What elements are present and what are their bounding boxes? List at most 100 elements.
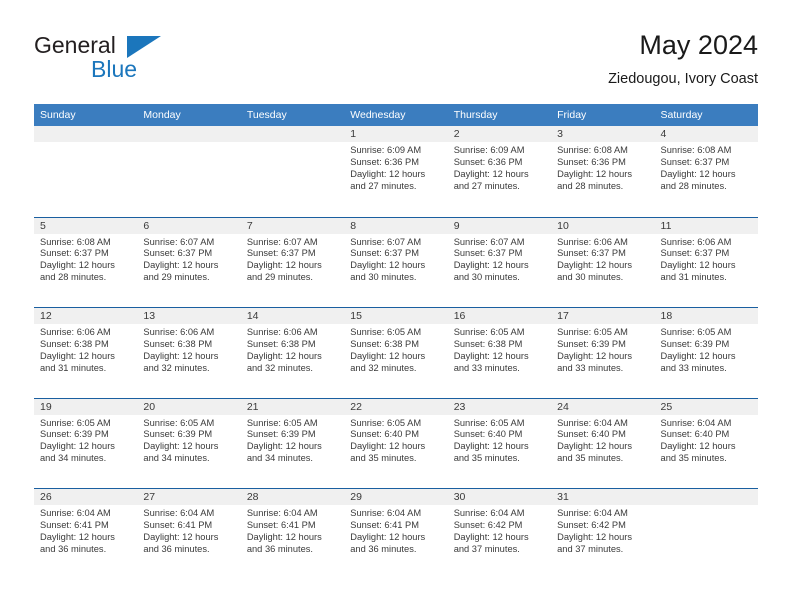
day-number: 25 (654, 398, 758, 415)
day-cell[interactable]: 20 Sunrise: 6:05 AM Sunset: 6:39 PM Dayl… (137, 398, 241, 489)
day-cell[interactable]: 6 Sunrise: 6:07 AM Sunset: 6:37 PM Dayli… (137, 217, 241, 308)
day-cell[interactable]: 1 Sunrise: 6:09 AM Sunset: 6:36 PM Dayli… (344, 126, 448, 217)
day-number: 5 (34, 217, 138, 234)
daylight-text-cont: and 31 minutes. (660, 272, 727, 283)
day-cell[interactable]: 24 Sunrise: 6:04 AM Sunset: 6:40 PM Dayl… (551, 398, 655, 489)
weekday-header-sunday: Sunday (40, 109, 76, 121)
day-cell[interactable]: 28 Sunrise: 6:04 AM Sunset: 6:41 PM Dayl… (240, 489, 345, 579)
day-cell[interactable]: 16 Sunrise: 6:05 AM Sunset: 6:38 PM Dayl… (447, 308, 552, 398)
daylight-text: Daylight: 12 hours (40, 350, 115, 361)
daylight-text-cont: and 30 minutes. (557, 272, 624, 283)
day-details: Sunrise: 6:08 AM Sunset: 6:37 PM Dayligh… (655, 142, 758, 193)
day-cell[interactable]: 27 Sunrise: 6:04 AM Sunset: 6:41 PM Dayl… (137, 489, 241, 579)
daylight-text-cont: and 28 minutes. (557, 180, 624, 191)
sunset-text: Sunset: 6:40 PM (350, 429, 419, 440)
daylight-text: Daylight: 12 hours (246, 441, 322, 452)
sunset-text: Sunset: 6:38 PM (246, 338, 316, 349)
sunset-text: Sunset: 6:37 PM (453, 248, 523, 259)
day-cell[interactable]: 17 Sunrise: 6:05 AM Sunset: 6:39 PM Dayl… (551, 308, 655, 398)
daylight-text: Daylight: 12 hours (350, 168, 426, 179)
day-number: 23 (447, 398, 552, 415)
daylight-text-cont: and 27 minutes. (350, 180, 417, 191)
day-cell[interactable]: 8 Sunrise: 6:07 AM Sunset: 6:37 PM Dayli… (344, 217, 448, 308)
day-cell[interactable]: 7 Sunrise: 6:07 AM Sunset: 6:37 PM Dayli… (240, 217, 345, 308)
day-number: 16 (447, 308, 552, 324)
page-header: General Blue May 2024 Ziedougou, Ivory C… (34, 28, 758, 100)
sunrise-text: Sunrise: 6:04 AM (350, 508, 422, 518)
day-details: Sunrise: 6:05 AM Sunset: 6:40 PM Dayligh… (344, 415, 447, 466)
daylight-text-cont: and 35 minutes. (557, 453, 624, 464)
day-cell[interactable]: 2 Sunrise: 6:09 AM Sunset: 6:36 PM Dayli… (447, 126, 552, 217)
sunrise-text: Sunrise: 6:06 AM (40, 327, 111, 337)
daylight-text-cont: and 33 minutes. (453, 362, 520, 373)
day-details: Sunrise: 6:05 AM Sunset: 6:40 PM Dayligh… (448, 415, 551, 466)
sunrise-text: Sunrise: 6:08 AM (40, 236, 111, 247)
daylight-text-cont: and 34 minutes. (246, 453, 313, 464)
day-cell[interactable]: 25 Sunrise: 6:04 AM Sunset: 6:40 PM Dayl… (654, 398, 758, 489)
sunset-text: Sunset: 6:37 PM (246, 248, 316, 259)
sunrise-text: Sunrise: 6:07 AM (453, 236, 525, 247)
weekday-header-tuesday: Tuesday (246, 109, 287, 121)
sunset-text: Sunset: 6:37 PM (350, 248, 419, 259)
title-block: May 2024 Ziedougou, Ivory Coast (608, 28, 758, 90)
day-number: 30 (447, 489, 552, 505)
daylight-text: Daylight: 12 hours (350, 441, 426, 452)
weekday-header-friday: Friday (557, 109, 587, 121)
daylight-text: Daylight: 12 hours (557, 260, 633, 271)
day-cell[interactable] (240, 126, 345, 217)
sunrise-text: Sunrise: 6:05 AM (453, 417, 525, 428)
day-cell[interactable]: 10 Sunrise: 6:06 AM Sunset: 6:37 PM Dayl… (551, 217, 655, 308)
daylight-text-cont: and 32 minutes. (246, 362, 313, 373)
day-cell[interactable]: 14 Sunrise: 6:06 AM Sunset: 6:38 PM Dayl… (240, 308, 345, 398)
sunrise-text: Sunrise: 6:06 AM (143, 327, 215, 337)
day-cell[interactable]: 15 Sunrise: 6:05 AM Sunset: 6:38 PM Dayl… (344, 308, 448, 398)
day-cell[interactable]: 3 Sunrise: 6:08 AM Sunset: 6:36 PM Dayli… (551, 126, 655, 217)
daylight-text: Daylight: 12 hours (40, 531, 115, 542)
sunset-text: Sunset: 6:36 PM (453, 156, 523, 167)
day-cell[interactable]: 11 Sunrise: 6:06 AM Sunset: 6:37 PM Dayl… (654, 217, 758, 308)
sunrise-text: Sunrise: 6:05 AM (453, 327, 525, 337)
day-cell[interactable]: 31 Sunrise: 6:04 AM Sunset: 6:42 PM Dayl… (551, 489, 655, 579)
day-details: Sunrise: 6:04 AM Sunset: 6:41 PM Dayligh… (34, 505, 137, 556)
day-cell[interactable]: 4 Sunrise: 6:08 AM Sunset: 6:37 PM Dayli… (654, 126, 758, 217)
sunrise-text: Sunrise: 6:05 AM (557, 327, 628, 337)
week-row: 1 Sunrise: 6:09 AM Sunset: 6:36 PM Dayli… (34, 126, 758, 217)
daylight-text-cont: and 33 minutes. (557, 362, 624, 373)
day-cell[interactable]: 9 Sunrise: 6:07 AM Sunset: 6:37 PM Dayli… (447, 217, 552, 308)
day-number (654, 489, 758, 505)
day-cell[interactable]: 29 Sunrise: 6:04 AM Sunset: 6:41 PM Dayl… (344, 489, 448, 579)
day-cell[interactable] (654, 489, 758, 579)
day-cell[interactable]: 12 Sunrise: 6:06 AM Sunset: 6:38 PM Dayl… (34, 308, 138, 398)
day-cell[interactable]: 19 Sunrise: 6:05 AM Sunset: 6:39 PM Dayl… (34, 398, 138, 489)
sunset-text: Sunset: 6:37 PM (143, 248, 213, 259)
daylight-text: Daylight: 12 hours (660, 260, 736, 271)
week-row: 19 Sunrise: 6:05 AM Sunset: 6:39 PM Dayl… (34, 397, 758, 489)
sunrise-text: Sunrise: 6:09 AM (453, 145, 525, 155)
day-cell[interactable] (34, 126, 138, 217)
day-cell[interactable]: 23 Sunrise: 6:05 AM Sunset: 6:40 PM Dayl… (447, 398, 552, 489)
day-details: Sunrise: 6:08 AM Sunset: 6:36 PM Dayligh… (551, 142, 654, 193)
day-cell[interactable]: 13 Sunrise: 6:06 AM Sunset: 6:38 PM Dayl… (137, 308, 241, 398)
daylight-text-cont: and 29 minutes. (143, 272, 210, 283)
daylight-text: Daylight: 12 hours (557, 531, 633, 542)
sunrise-text: Sunrise: 6:05 AM (350, 417, 422, 428)
day-number: 8 (344, 217, 448, 234)
day-cell[interactable]: 18 Sunrise: 6:05 AM Sunset: 6:39 PM Dayl… (654, 308, 758, 398)
sunset-text: Sunset: 6:38 PM (453, 338, 523, 349)
sunrise-text: Sunrise: 6:04 AM (557, 417, 628, 428)
day-cell[interactable] (137, 126, 241, 217)
calendar-page: General Blue May 2024 Ziedougou, Ivory C… (0, 0, 792, 612)
day-cell[interactable]: 26 Sunrise: 6:04 AM Sunset: 6:41 PM Dayl… (34, 489, 138, 579)
day-number: 2 (447, 126, 552, 142)
day-cell[interactable]: 21 Sunrise: 6:05 AM Sunset: 6:39 PM Dayl… (240, 398, 345, 489)
day-cell[interactable]: 5 Sunrise: 6:08 AM Sunset: 6:37 PM Dayli… (34, 217, 138, 308)
sunrise-text: Sunrise: 6:04 AM (660, 417, 732, 428)
sunset-text: Sunset: 6:38 PM (40, 338, 109, 349)
page-subtitle: Ziedougou, Ivory Coast (608, 71, 758, 87)
day-cell[interactable]: 22 Sunrise: 6:05 AM Sunset: 6:40 PM Dayl… (344, 398, 448, 489)
day-number: 29 (344, 489, 448, 505)
daylight-text: Daylight: 12 hours (453, 168, 529, 179)
day-cell[interactable]: 30 Sunrise: 6:04 AM Sunset: 6:42 PM Dayl… (447, 489, 552, 579)
general-blue-logo[interactable]: General Blue (34, 32, 254, 92)
sunrise-text: Sunrise: 6:05 AM (143, 417, 215, 428)
